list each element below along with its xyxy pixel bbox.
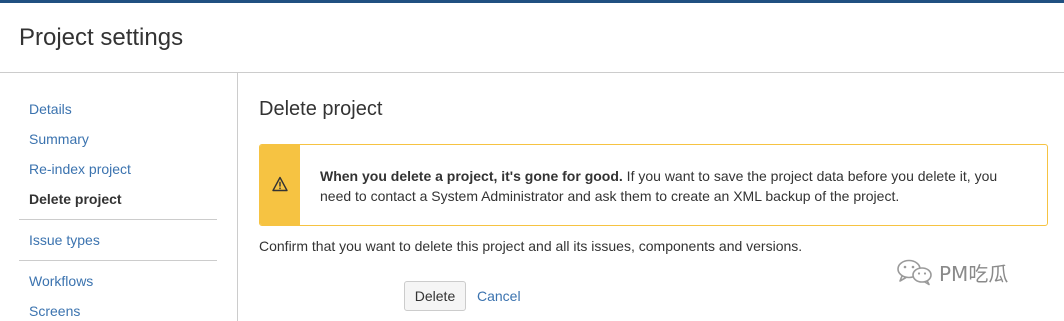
sidebar-item-delete-project[interactable]: Delete project bbox=[29, 190, 122, 208]
warning-text-bold: When you delete a project, it's gone for… bbox=[320, 168, 623, 184]
sidebar-item-screens[interactable]: Screens bbox=[29, 302, 80, 320]
wechat-icon bbox=[897, 259, 932, 286]
cancel-link[interactable]: Cancel bbox=[477, 287, 521, 305]
delete-button[interactable]: Delete bbox=[404, 281, 466, 311]
sidebar-item-reindex-project[interactable]: Re-index project bbox=[29, 160, 131, 178]
page-title: Project settings bbox=[19, 24, 184, 51]
section-title: Delete project bbox=[259, 98, 383, 120]
sidebar-item-summary[interactable]: Summary bbox=[29, 130, 89, 148]
sidebar-item-issue-types[interactable]: Issue types bbox=[29, 231, 100, 249]
confirm-text: Confirm that you want to delete this pro… bbox=[259, 238, 803, 254]
warning-triangle-icon bbox=[272, 176, 288, 192]
sidebar-item-details[interactable]: Details bbox=[29, 100, 72, 118]
watermark: PM吃瓜 bbox=[895, 258, 1008, 286]
sidebar-item-workflows[interactable]: Workflows bbox=[29, 272, 93, 290]
warning-bar bbox=[260, 145, 300, 225]
sidebar-divider bbox=[19, 219, 217, 220]
watermark-text: PM吃瓜 bbox=[939, 261, 1009, 286]
warning-message: When you delete a project, it's gone for… bbox=[259, 144, 1048, 226]
warning-text: When you delete a project, it's gone for… bbox=[320, 166, 1020, 206]
page-header: Project settings bbox=[0, 3, 1064, 73]
sidebar-divider bbox=[19, 260, 217, 261]
